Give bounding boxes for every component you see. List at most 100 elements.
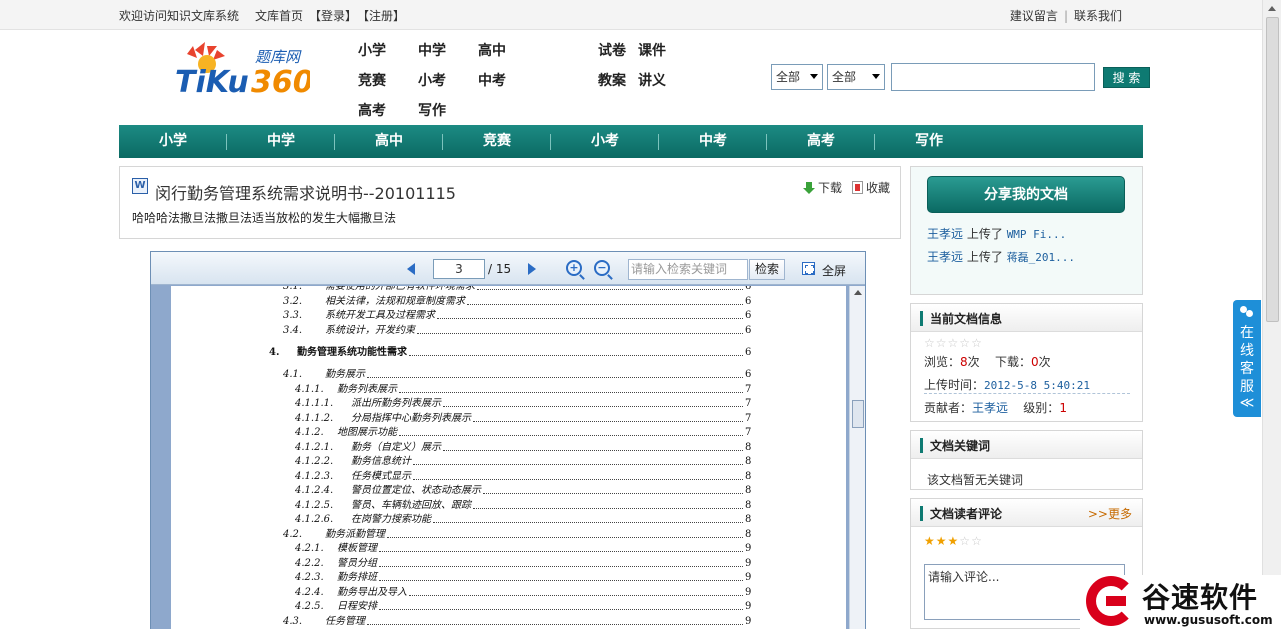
toc-leader — [367, 368, 743, 378]
keyword-search-button[interactable]: 检索 — [749, 259, 785, 280]
document-info-panel: 当前文档信息 ☆☆☆☆☆ 浏览：8次 下载：0次 上传时间：2012-5-8 5… — [910, 303, 1143, 422]
zoom-in-icon[interactable]: + — [566, 260, 582, 276]
main-nav-item[interactable]: 小学 — [119, 125, 227, 158]
level-value: 1 — [1059, 401, 1067, 415]
upload-verb: 上传了 — [966, 227, 1003, 241]
header-marker — [920, 506, 923, 521]
scroll-up-icon[interactable] — [1268, 6, 1276, 11]
star-icon[interactable]: ☆ — [936, 336, 948, 350]
star-icon[interactable]: ★ — [948, 534, 960, 548]
main-nav-item[interactable]: 小考 — [551, 125, 659, 158]
toc-page: 8 — [745, 470, 752, 482]
download-icon — [802, 181, 815, 194]
fullscreen-label[interactable]: 全屏 — [822, 262, 846, 279]
subnav-item[interactable]: 小考 — [418, 70, 446, 90]
subnav-item[interactable]: 讲义 — [638, 70, 666, 90]
site-logo[interactable]: 题库网 TiKu 360 — [175, 40, 314, 100]
uploaded-file-link[interactable]: WMP Fi... — [1007, 228, 1067, 241]
contributor-link[interactable]: 王孝远 — [972, 401, 1008, 415]
toc-title: 勤务管理系统功能性需求 — [297, 347, 407, 358]
subnav-item[interactable]: 写作 — [418, 100, 446, 120]
search-input[interactable] — [891, 63, 1095, 91]
page-scrollbar[interactable] — [1262, 0, 1281, 629]
feedback-link[interactable]: 建议留言 — [1010, 9, 1058, 23]
subnav-item[interactable]: 高考 — [358, 100, 386, 120]
scrollbar-thumb[interactable] — [852, 400, 864, 428]
search-button[interactable]: 搜 索 — [1103, 66, 1150, 88]
main-nav-item[interactable]: 中学 — [227, 125, 335, 158]
category-subnav: 小学 中学 高中 试卷 课件 竞赛 小考 中考 教案 讲义 高考 写作 — [358, 40, 688, 120]
page-number-input[interactable]: 3 — [433, 259, 485, 279]
type-select[interactable]: 全部 — [827, 64, 885, 90]
next-page-icon[interactable] — [528, 263, 536, 275]
star-icon[interactable]: ☆ — [948, 336, 960, 350]
header-marker — [920, 438, 923, 453]
toc-number: 4.1.2.6. — [295, 514, 334, 525]
toc-page: 6 — [745, 310, 752, 321]
toc-page: 9 — [745, 615, 752, 627]
star-icon[interactable]: ☆ — [959, 336, 971, 350]
toc-number: 4.2.4. — [295, 586, 324, 598]
star-icon[interactable]: ★ — [936, 534, 948, 548]
top-bar: 欢迎访问知识文库系统 文库首页 【登录】 【注册】 建议留言 | 联系我们 — [0, 0, 1262, 30]
more-comments-link[interactable]: >>更多 — [1088, 505, 1132, 522]
toc-number: 3.1. — [283, 286, 303, 292]
subnav-item[interactable]: 小学 — [358, 40, 386, 60]
collapse-chevron-icon[interactable]: ≪ — [1233, 395, 1261, 411]
dropdown-arrow-icon — [872, 74, 880, 79]
star-icon[interactable]: ☆ — [971, 336, 983, 350]
contributor-label: 贡献者： — [924, 401, 973, 415]
register-link[interactable]: 【注册】 — [357, 7, 405, 24]
viewer-scrollbar[interactable] — [849, 286, 865, 629]
toc-number: 4.2.3. — [295, 572, 324, 583]
subnav-item[interactable]: 高中 — [478, 40, 506, 60]
keyword-search-input[interactable]: 请输入检索关键词 — [628, 259, 748, 280]
upload-verb: 上传了 — [966, 250, 1003, 264]
rating-stars[interactable]: ☆☆☆☆☆ — [924, 336, 983, 350]
document-header: W 闵行勤务管理系统需求说明书--20101115 哈哈哈法撒旦法撒旦法适当放松… — [119, 166, 901, 239]
document-description: 哈哈哈法撒旦法撒旦法适当放松的发生大幅撒旦法 — [132, 211, 397, 225]
fullscreen-icon[interactable] — [802, 262, 815, 275]
subnav-item[interactable]: 教案 — [598, 70, 626, 90]
star-icon[interactable]: ☆ — [971, 534, 983, 548]
home-link[interactable]: 文库首页 — [255, 7, 303, 24]
toc-title: 任务模式显示 — [351, 470, 411, 482]
online-support-tab[interactable]: 在线客服 ≪ — [1233, 300, 1261, 417]
main-nav-item[interactable]: 高中 — [335, 125, 443, 158]
comment-rating-stars[interactable]: ★★★☆☆ — [924, 534, 983, 548]
main-nav-item[interactable]: 竞赛 — [443, 125, 551, 158]
subnav-item[interactable]: 试卷 — [598, 40, 626, 60]
toc-number: 4.2.2. — [295, 557, 324, 569]
subnav-item[interactable]: 课件 — [638, 40, 666, 60]
login-link[interactable]: 【登录】 — [309, 7, 357, 24]
svg-text:360: 360 — [251, 65, 310, 100]
views-unit: 次 — [967, 355, 980, 369]
uploader-link[interactable]: 王孝远 — [927, 227, 963, 241]
zoom-out-icon[interactable]: − — [594, 260, 610, 276]
toc-entry: 4.2.2. 警员分组 9 — [171, 557, 846, 571]
subnav-item[interactable]: 竞赛 — [358, 70, 386, 90]
scope-select[interactable]: 全部 — [771, 64, 823, 90]
uploader-link[interactable]: 王孝远 — [927, 250, 963, 264]
star-icon[interactable]: ☆ — [959, 534, 971, 548]
main-nav-item[interactable]: 高考 — [767, 125, 875, 158]
subnav-item[interactable]: 中学 — [418, 40, 446, 60]
toc-title: 勤务信息统计 — [351, 456, 411, 467]
toc-page: 9 — [745, 557, 752, 569]
share-document-button[interactable]: 分享我的文档 — [927, 176, 1125, 213]
prev-page-icon[interactable] — [407, 263, 415, 275]
main-nav-item[interactable]: 中考 — [659, 125, 767, 158]
main-nav-item[interactable]: 写作 — [875, 125, 983, 158]
star-icon[interactable]: ★ — [924, 534, 936, 548]
star-icon[interactable]: ☆ — [924, 336, 936, 350]
toc-number: 4.2. — [283, 528, 303, 540]
favorite-button[interactable]: 收藏 — [851, 179, 890, 196]
viewer-toolbar: 3 / 15 + − 请输入检索关键词 检索 全屏 — [151, 252, 865, 285]
subnav-item[interactable]: 中考 — [478, 70, 506, 90]
scroll-up-icon[interactable] — [854, 290, 862, 295]
contact-link[interactable]: 联系我们 — [1074, 9, 1122, 23]
uploaded-file-link[interactable]: 蒋磊_201... — [1007, 251, 1075, 264]
download-button[interactable]: 下载 — [802, 179, 842, 196]
watermark-name: 谷速软件 — [1142, 581, 1259, 614]
scrollbar-thumb[interactable] — [1266, 17, 1279, 322]
